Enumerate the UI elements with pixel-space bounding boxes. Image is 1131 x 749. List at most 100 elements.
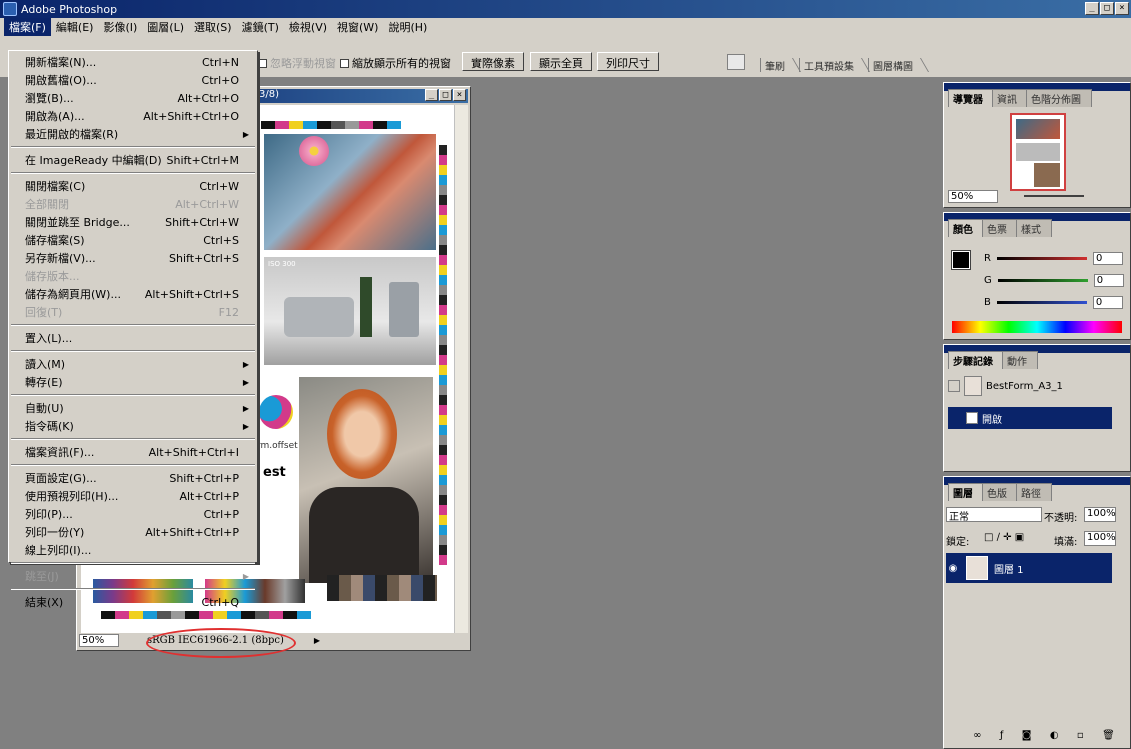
color-spectrum-ramp[interactable] [952,321,1122,333]
fit-screen-button[interactable]: 顯示全頁 [530,52,592,71]
file-menu-item-label: 使用預視列印(H)... [25,490,119,503]
channel-r-slider[interactable] [996,256,1087,260]
tab-swatches[interactable]: 色票 [982,219,1018,237]
menu-view[interactable]: 檢視(V) [284,18,332,36]
tab-history[interactable]: 步驟記錄 [948,351,1004,369]
doc-close-button[interactable]: × [453,89,466,101]
file-menu-item[interactable]: 頁面設定(G)... Shift+Ctrl+P [9,469,257,487]
file-menu-item[interactable]: 儲存檔案(S) Ctrl+S [9,231,257,249]
tab-paths[interactable]: 路徑 [1016,483,1052,501]
minimize-button[interactable]: _ [1085,2,1099,15]
layer-visibility-eye-icon[interactable]: ◉ [946,563,960,574]
file-menu-item-label: 檔案資訊(F)... [25,446,95,459]
history-step-row[interactable]: 開啟 [948,407,1112,429]
tab-channels[interactable]: 色版 [982,483,1018,501]
file-menu-item-label: 自動(U) [25,402,64,415]
file-menu-item[interactable]: 關閉並跳至 Bridge... Shift+Ctrl+W [9,213,257,231]
foreground-color-swatch[interactable] [951,250,971,270]
mask-icon[interactable]: ◙ [1022,730,1032,744]
menu-image[interactable]: 影像(I) [98,18,142,36]
file-menu-item[interactable]: 結束(X) Ctrl+Q [9,593,257,611]
file-menu-item[interactable]: 瀏覽(B)... Alt+Ctrl+O [9,89,257,107]
file-menu-item[interactable]: 另存新檔(V)... Shift+Ctrl+S [9,249,257,267]
file-menu-item[interactable]: 轉存(E) ▶ [9,373,257,391]
file-menu-item-shortcut: Shift+Ctrl+S [169,251,239,265]
menu-select[interactable]: 選取(S) [189,18,237,36]
document-vertical-scrollbar[interactable] [454,105,468,633]
menu-file[interactable]: 檔案(F) [4,18,51,36]
channel-r-field[interactable]: 0 [1092,251,1123,265]
file-menu-item[interactable]: 開啟為(A)... Alt+Shift+Ctrl+O [9,107,257,125]
tab-navigator[interactable]: 導覽器 [948,89,994,107]
actual-pixels-button[interactable]: 實際像素 [462,52,524,71]
file-menu-item[interactable]: 使用預視列印(H)... Alt+Ctrl+P [9,487,257,505]
file-menu-item[interactable]: 置入(L)... [9,329,257,347]
file-browser-icon[interactable] [727,54,745,70]
channel-g-field[interactable]: 0 [1093,273,1124,287]
menu-help[interactable]: 說明(H) [383,18,432,36]
navigator-thumbnail[interactable] [1010,113,1066,191]
adjustment-icon[interactable]: ◐ [1050,730,1059,744]
tab-layers[interactable]: 圖層 [948,483,984,501]
tab-color[interactable]: 顏色 [948,219,984,237]
document-zoom-field[interactable]: 50% [79,634,119,647]
offset-label: rm.offset [257,441,298,451]
close-button[interactable]: × [1115,2,1129,15]
lock-label: 鎖定: [946,537,970,548]
tab-actions[interactable]: 動作 [1002,351,1038,369]
navigator-zoom-field[interactable]: 50% [948,190,998,203]
fill-field[interactable]: 100% [1084,531,1116,546]
channel-b-field[interactable]: 0 [1092,295,1123,309]
well-tab-brushes[interactable]: 筆刷 [760,58,799,73]
status-menu-arrow-icon[interactable]: ▶ [314,636,320,645]
file-menu-item[interactable]: 檔案資訊(F)... Alt+Shift+Ctrl+I [9,443,257,461]
file-menu-item[interactable]: 列印(P)... Ctrl+P [9,505,257,523]
print-size-button[interactable]: 列印尺寸 [597,52,659,71]
app-title: Adobe Photoshop [21,2,118,16]
tab-info[interactable]: 資訊 [992,89,1028,107]
file-menu-item[interactable]: 指令碼(K) ▶ [9,417,257,435]
blend-mode-select[interactable]: 正常 [946,507,1042,523]
file-menu-item[interactable]: 在 ImageReady 中編輯(D) Shift+Ctrl+M [9,151,257,169]
menu-edit[interactable]: 編輯(E) [51,18,99,36]
ignore-floating-checkbox[interactable]: 忽略浮動視窗 [258,55,336,71]
menu-window[interactable]: 視窗(W) [332,18,383,36]
link-icon[interactable]: ∞ [973,730,981,744]
submenu-arrow-icon: ▶ [242,421,249,431]
restore-button[interactable]: □ [1100,2,1114,15]
file-menu-item[interactable]: 列印一份(Y) Alt+Shift+Ctrl+P [9,523,257,541]
color-circles [259,395,293,429]
new-layer-icon[interactable]: ▫ [1077,730,1084,744]
channel-g-slider[interactable] [997,278,1088,282]
lock-icons[interactable]: □ ∕ ✛ ▣ [984,532,1024,543]
channel-b-slider[interactable] [996,300,1087,304]
well-tab-tool-presets[interactable]: 工具預設集 [799,58,868,73]
doc-minimize-button[interactable]: _ [425,89,438,101]
opacity-field[interactable]: 100% [1084,507,1116,522]
file-menu-item[interactable]: 關閉檔案(C) Ctrl+W [9,177,257,195]
color-row-b: B 0 [984,291,1124,313]
trash-icon[interactable]: 🗑 [1102,730,1115,744]
file-menu-item[interactable]: 開啟舊檔(O)... Ctrl+O [9,71,257,89]
file-menu-item[interactable]: 開新檔案(N)... Ctrl+N [9,53,257,71]
tab-styles[interactable]: 樣式 [1016,219,1052,237]
doc-restore-button[interactable]: □ [439,89,452,101]
file-menu-item[interactable]: 儲存為網頁用(W)... Alt+Shift+Ctrl+S [9,285,257,303]
well-tab-layer-comps[interactable]: 圖層構圖 [868,58,927,73]
layer-style-icon[interactable]: ƒ [1000,730,1004,744]
resize-all-checkbox[interactable]: 縮放顯示所有的視窗 [340,55,451,71]
resize-all-label: 縮放顯示所有的視窗 [352,57,451,70]
file-menu-item[interactable]: 最近開啟的檔案(R) ▶ [9,125,257,143]
layer-row[interactable]: ◉ 圖層 1 [946,553,1112,583]
navigator-zoom-slider[interactable] [1024,195,1084,197]
file-menu-item-shortcut: Ctrl+Q [201,595,239,609]
file-menu-item[interactable]: 自動(U) ▶ [9,399,257,417]
menu-layer[interactable]: 圖層(L) [142,18,189,36]
tab-histogram[interactable]: 色階分佈圖 [1026,89,1092,107]
file-menu-item-label: 跳至(J) [25,570,59,583]
file-menu-item[interactable]: 線上列印(I)... [9,541,257,559]
file-menu-item[interactable]: 讀入(M) ▶ [9,355,257,373]
menu-filter[interactable]: 濾鏡(T) [237,18,284,36]
history-snapshot-row[interactable]: BestForm_A3_1 [948,375,1112,397]
file-menu-item-shortcut: Alt+Shift+Ctrl+I [148,445,239,459]
